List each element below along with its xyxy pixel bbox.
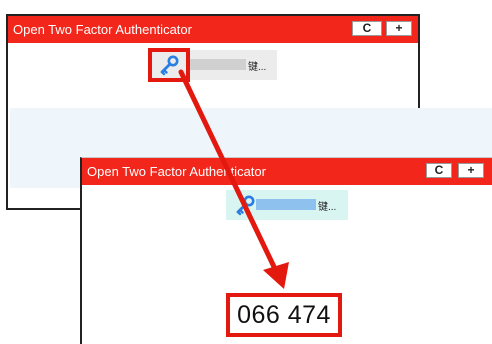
window-titlebar: Open Two Factor Authenticator C + <box>82 158 492 185</box>
window-title: Open Two Factor Authenticator <box>87 164 266 179</box>
screenshot-stage: Open Two Factor Authenticator C + 键... O… <box>0 0 492 344</box>
key-icon <box>236 195 255 216</box>
key-icon-highlight <box>148 48 190 82</box>
account-name: 键... <box>248 62 267 73</box>
window-titlebar: Open Two Factor Authenticator C + <box>8 16 418 43</box>
authenticator-window-after: Open Two Factor Authenticator C + 键... 0… <box>80 157 492 344</box>
refresh-button[interactable]: C <box>426 163 452 178</box>
refresh-button[interactable]: C <box>352 21 382 36</box>
otp-code: 066 474 <box>226 293 342 337</box>
add-button[interactable]: + <box>386 21 412 36</box>
add-button[interactable]: + <box>458 163 484 178</box>
account-name: 键... <box>318 202 337 213</box>
masked-account-label <box>256 199 316 210</box>
account-entry-selected[interactable]: 键... <box>226 190 348 220</box>
masked-account-label <box>188 59 246 70</box>
window-title: Open Two Factor Authenticator <box>13 22 192 37</box>
